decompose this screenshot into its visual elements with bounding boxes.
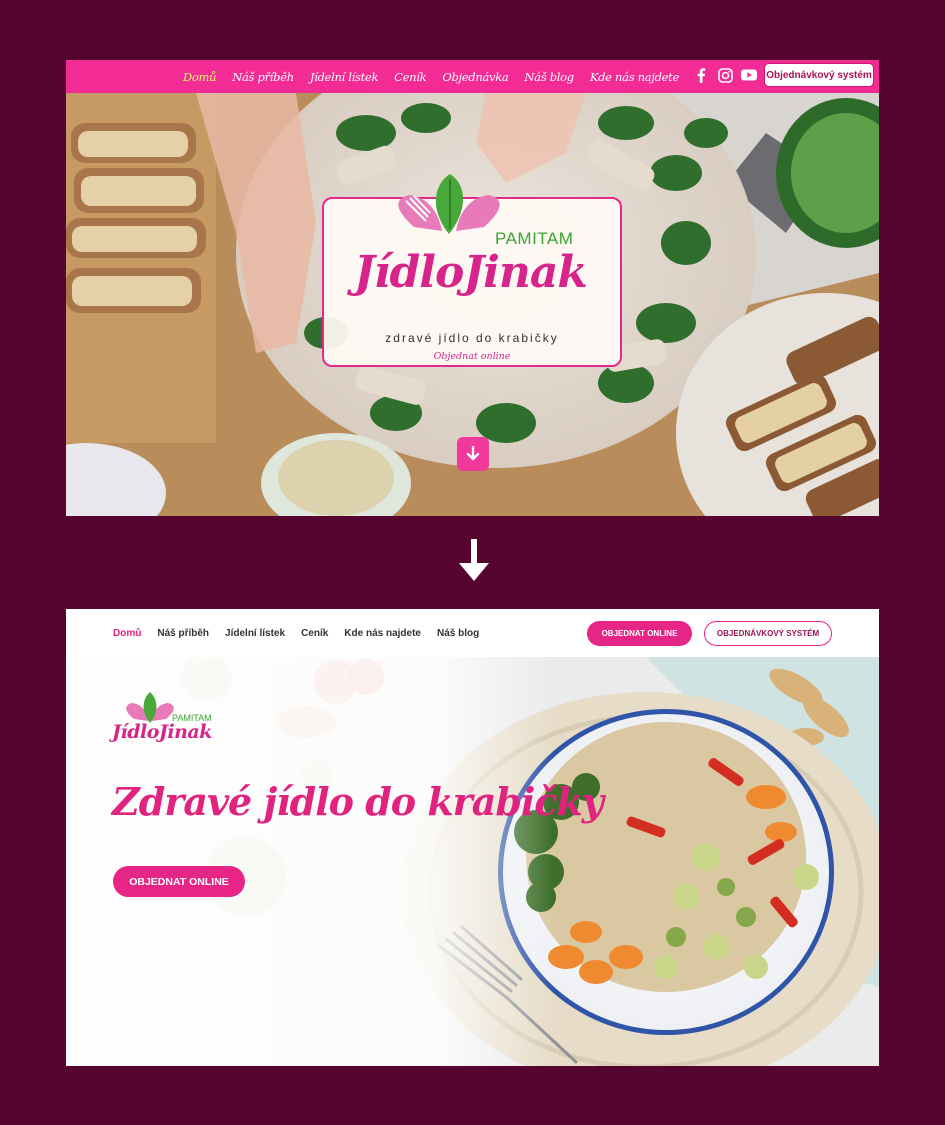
arrow-down-icon — [466, 446, 480, 461]
new-nav-system-button[interactable]: OBJEDNÁVKOVÝ SYSTÉM — [704, 621, 832, 646]
new-nav-item-story[interactable]: Náš příběh — [157, 628, 209, 639]
old-nav-item-menu[interactable]: Jídelní lístek — [310, 70, 379, 84]
old-website-screenshot: Domů Náš příběh Jídelní lístek Ceník Obj… — [66, 60, 879, 516]
old-nav-item-blog[interactable]: Náš blog — [524, 70, 574, 84]
old-logo-brand: JídloJinak — [354, 247, 588, 298]
old-logo-pamitam: PAMITAM — [495, 229, 574, 248]
old-nav-item-home[interactable]: Domů — [183, 70, 217, 84]
new-nav-links: Domů Náš příběh Jídelní lístek Ceník Kde… — [113, 609, 479, 657]
new-logo-brand: JídloJinak — [112, 721, 212, 743]
old-logo-card: PAMITAM JídloJinak zdravé jídlo do krabi… — [322, 174, 622, 367]
new-website-screenshot: Domů Náš příběh Jídelní lístek Ceník Kde… — [66, 609, 879, 1066]
youtube-icon[interactable] — [741, 67, 757, 83]
old-nav-item-pricing[interactable]: Ceník — [394, 70, 426, 84]
new-nav-item-location[interactable]: Kde nás najdete — [344, 628, 421, 639]
new-nav-bar: Domů Náš příběh Jídelní lístek Ceník Kde… — [66, 609, 879, 657]
new-nav-item-pricing[interactable]: Ceník — [301, 628, 328, 639]
new-nav-item-home[interactable]: Domů — [113, 628, 141, 639]
old-system-button[interactable]: Objednávkový systém — [764, 63, 874, 87]
old-nav-item-order[interactable]: Objednávka — [442, 70, 508, 84]
old-nav-bar: Domů Náš příběh Jídelní lístek Ceník Obj… — [66, 60, 879, 93]
old-order-link[interactable]: Objednat online — [324, 351, 620, 362]
new-logo: PAMITAM JídloJinak — [112, 689, 232, 754]
new-nav-item-menu[interactable]: Jídelní lístek — [225, 628, 285, 639]
old-scroll-down-button[interactable] — [457, 437, 489, 471]
new-nav-item-blog[interactable]: Náš blog — [437, 628, 479, 639]
old-nav-item-story[interactable]: Náš příběh — [232, 70, 294, 84]
new-nav-order-button[interactable]: OBJEDNAT ONLINE — [587, 621, 692, 646]
instagram-icon[interactable] — [717, 67, 733, 83]
old-logo-tagline: zdravé jídlo do krabičky — [385, 331, 559, 345]
arrow-down-icon — [459, 539, 489, 581]
old-social-icons — [693, 67, 757, 83]
facebook-icon[interactable] — [693, 67, 709, 83]
old-nav-links: Domů Náš příběh Jídelní lístek Ceník Obj… — [183, 60, 679, 93]
new-hero-headline: Zdravé jídlo do krabičky — [112, 779, 604, 824]
old-nav-item-location[interactable]: Kde nás najdete — [590, 70, 679, 84]
new-hero-order-button[interactable]: OBJEDNAT ONLINE — [113, 866, 245, 897]
